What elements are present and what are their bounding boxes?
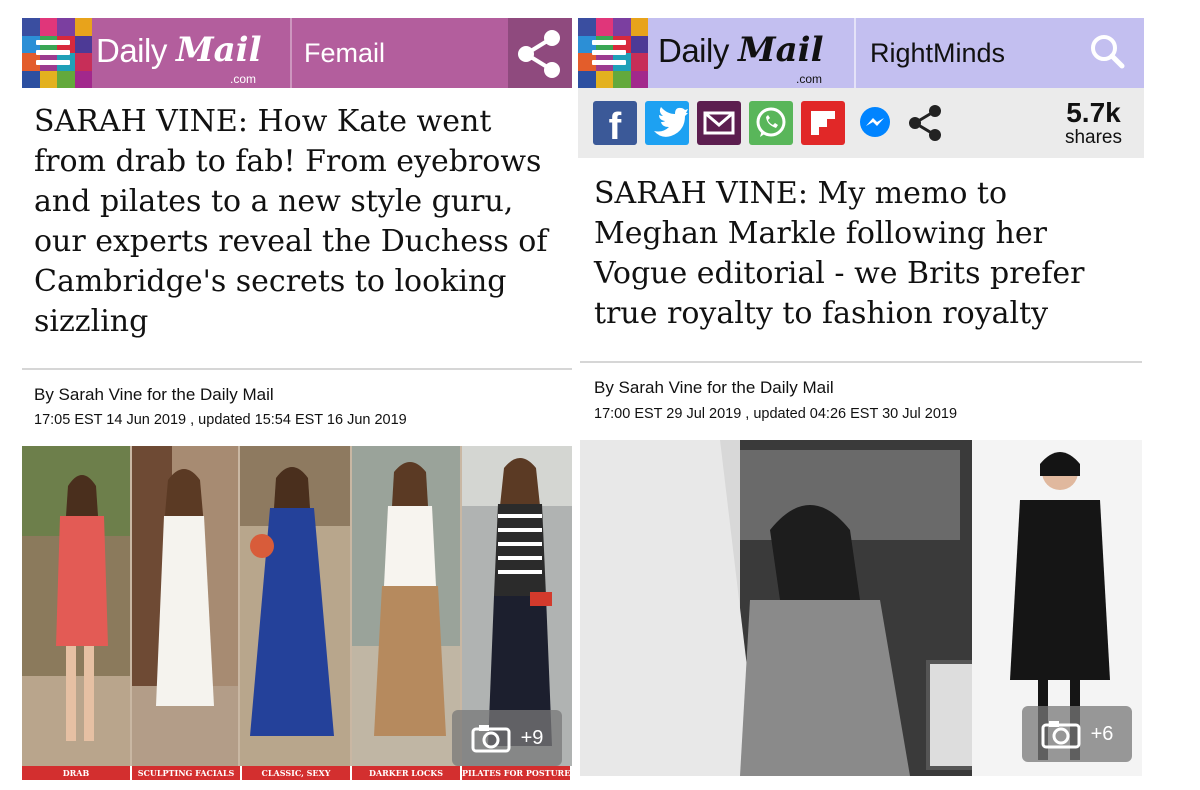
camera-icon [1041, 721, 1081, 749]
article-dateline: 17:00 EST 29 Jul 2019 , updated 04:26 ES… [594, 406, 958, 422]
messenger-share-button[interactable] [853, 101, 897, 145]
article-dateline: 17:05 EST 14 Jun 2019 , updated 15:54 ES… [34, 412, 407, 428]
article-card-right: Daily Mail .com RightMinds f 5.7k shares… [578, 18, 1144, 780]
caption-label: PILATES FOR POSTURE [462, 766, 572, 780]
photo-count-label: +6 [1090, 722, 1114, 745]
caption-label: SCULPTING FACIALS [132, 766, 242, 780]
article-byline: By Sarah Vine for the Daily Mail [594, 378, 834, 397]
whatsapp-icon [756, 107, 786, 137]
photo-gallery-button[interactable]: +6 [1022, 706, 1132, 762]
logo-com: .com [796, 72, 823, 86]
share-count: 5.7k shares [1065, 98, 1122, 148]
hamburger-icon [592, 40, 626, 66]
svg-text:f: f [609, 106, 622, 145]
caption-label: CLASSIC, SEXY [242, 766, 352, 780]
photo-count-label: +9 [520, 726, 544, 749]
share-button[interactable] [508, 18, 572, 88]
article-headline[interactable]: SARAH VINE: My memo to Meghan Markle fol… [594, 174, 1134, 334]
section-title[interactable]: RightMinds [870, 38, 1005, 69]
hamburger-icon [36, 40, 70, 66]
email-icon [703, 111, 735, 135]
logo-mail: Mail [738, 30, 824, 70]
twitter-icon [654, 107, 688, 137]
search-button[interactable] [1074, 18, 1144, 88]
article-photo[interactable]: +6 [580, 440, 1142, 776]
share-count-label: shares [1064, 127, 1122, 148]
logo-daily: Daily [96, 32, 167, 69]
logo-com: .com [230, 72, 257, 86]
article-headline[interactable]: SARAH VINE: How Kate went from drab to f… [34, 102, 564, 342]
logo-block: Daily Mail .com [578, 18, 855, 88]
site-header: Daily Mail .com Femail [22, 18, 572, 88]
logo-daily: Daily [658, 32, 729, 69]
flipboard-icon [811, 111, 835, 135]
flipboard-share-button[interactable] [801, 101, 845, 145]
share-count-number: 5.7k [1066, 97, 1121, 128]
search-icon [1091, 35, 1125, 69]
messenger-icon [860, 107, 890, 137]
facebook-share-button[interactable]: f [593, 101, 637, 145]
divider-line [580, 361, 1142, 363]
share-bar: f 5.7k shares [578, 88, 1144, 158]
caption-label: DRAB [22, 766, 132, 780]
caption-label: DARKER LOCKS [352, 766, 462, 780]
facebook-icon: f [609, 106, 622, 145]
caption-strip: DRAB SCULPTING FACIALS CLASSIC, SEXY DAR… [22, 766, 572, 780]
article-photo-collage[interactable]: DRAB SCULPTING FACIALS CLASSIC, SEXY DAR… [22, 446, 572, 780]
logo-block: Daily Mail .com [22, 18, 292, 88]
header-divider [290, 18, 292, 88]
share-icon [909, 105, 941, 141]
share-icon [518, 30, 560, 78]
whatsapp-share-button[interactable] [749, 101, 793, 145]
logo-mail: Mail [176, 30, 262, 70]
site-header: Daily Mail .com RightMinds [578, 18, 1144, 88]
section-title[interactable]: Femail [304, 38, 385, 69]
article-card-left: Daily Mail .com Femail SARAH VINE: How K… [22, 18, 572, 780]
article-byline: By Sarah Vine for the Daily Mail [34, 385, 274, 404]
header-divider [854, 18, 856, 88]
camera-icon [471, 725, 511, 753]
divider-line [22, 368, 572, 370]
more-share-button[interactable] [903, 101, 947, 145]
email-share-button[interactable] [697, 101, 741, 145]
photo-gallery-button[interactable]: +9 [452, 710, 562, 766]
twitter-share-button[interactable] [645, 101, 689, 145]
